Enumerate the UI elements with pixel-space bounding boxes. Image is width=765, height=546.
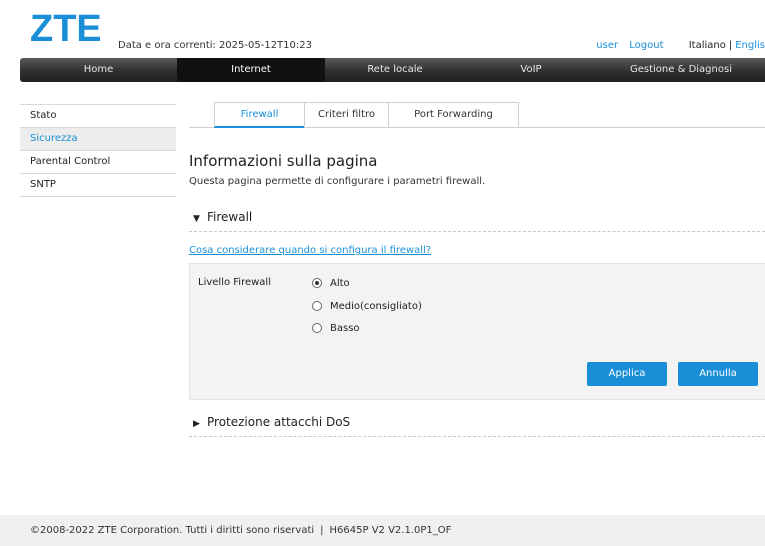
zte-logo: ZTE: [30, 10, 100, 46]
page-description: Questa pagina permette di configurare i …: [189, 176, 486, 187]
footer-copyright: ©2008-2022 ZTE Corporation. Tutti i diri…: [30, 525, 315, 536]
datetime-value: 2025-05-12T10:23: [218, 40, 312, 51]
radio-alto[interactable]: [312, 278, 322, 288]
firewall-help-link[interactable]: Cosa considerare quando si configura il …: [189, 245, 431, 256]
firewall-section-header[interactable]: ▼ Firewall: [189, 210, 765, 232]
sidebar-item-stato[interactable]: Stato: [20, 105, 176, 128]
radio-basso-label: Basso: [330, 322, 360, 334]
nav-internet[interactable]: Internet: [177, 58, 325, 82]
page-title: Informazioni sulla pagina: [189, 152, 378, 170]
language-separator: |: [728, 40, 733, 51]
logout-link[interactable]: Logout: [629, 40, 663, 51]
user-link[interactable]: user: [596, 40, 618, 51]
tab-firewall[interactable]: Firewall: [214, 102, 305, 128]
footer-separator: |: [320, 525, 324, 536]
dos-section-header[interactable]: ▶ Protezione attacchi DoS: [189, 415, 765, 437]
language-english-link[interactable]: Englis: [735, 40, 765, 51]
top-links: user Logout Italiano | Englis: [588, 40, 765, 51]
datetime-label: Data e ora correnti:: [118, 40, 216, 51]
triangle-right-icon: ▶: [193, 419, 200, 429]
tab-bar: Firewall Criteri filtro Port Forwarding: [189, 102, 765, 128]
radio-option-alto[interactable]: Alto: [312, 275, 350, 291]
nav-rete-locale[interactable]: Rete locale: [325, 58, 465, 82]
radio-alto-label: Alto: [330, 277, 350, 289]
footer-version: H6645P V2 V2.1.0P1_OF: [329, 525, 452, 536]
sidebar-item-parental-control[interactable]: Parental Control: [20, 151, 176, 174]
tab-criteri-filtro[interactable]: Criteri filtro: [304, 102, 389, 128]
triangle-down-icon: ▼: [193, 214, 200, 224]
sidebar-item-sntp[interactable]: SNTP: [20, 174, 176, 197]
tab-port-forwarding[interactable]: Port Forwarding: [388, 102, 519, 128]
sidebar-item-sicurezza[interactable]: Sicurezza: [20, 128, 176, 151]
radio-medio-label: Medio(consigliato): [330, 300, 422, 312]
main-nav: Home Internet Rete locale VoIP Gestione …: [20, 58, 765, 82]
cancel-button[interactable]: Annulla: [678, 362, 758, 386]
language-italiano[interactable]: Italiano: [689, 40, 726, 51]
radio-option-medio[interactable]: Medio(consigliato): [312, 298, 422, 314]
radio-option-basso[interactable]: Basso: [312, 320, 360, 336]
footer: ©2008-2022 ZTE Corporation. Tutti i diri…: [0, 515, 765, 546]
firewall-section-title: Firewall: [207, 210, 253, 224]
dos-section-title: Protezione attacchi DoS: [207, 415, 351, 429]
logo-text: ZTE: [30, 10, 100, 46]
nav-gestione-diagnosi[interactable]: Gestione & Diagnosi: [597, 58, 765, 82]
radio-medio[interactable]: [312, 301, 322, 311]
radio-basso[interactable]: [312, 323, 322, 333]
firewall-settings-panel: Livello Firewall Alto Medio(consigliato)…: [189, 263, 765, 400]
apply-button[interactable]: Applica: [587, 362, 667, 386]
nav-voip[interactable]: VoIP: [465, 58, 597, 82]
current-datetime: Data e ora correnti: 2025-05-12T10:23: [118, 40, 312, 51]
nav-home[interactable]: Home: [20, 58, 177, 82]
sidebar: Stato Sicurezza Parental Control SNTP: [20, 104, 176, 197]
firewall-level-label: Livello Firewall: [198, 277, 271, 288]
